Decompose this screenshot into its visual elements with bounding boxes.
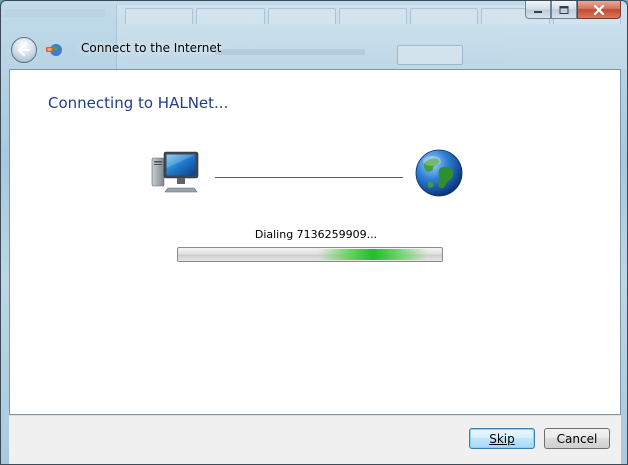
window-title: Connect to the Internet xyxy=(81,41,222,55)
globe-icon xyxy=(415,149,463,197)
maximize-button[interactable] xyxy=(551,1,577,19)
background-window-fragment xyxy=(5,9,105,17)
skip-button[interactable]: Skip xyxy=(469,428,535,449)
minimize-icon xyxy=(534,10,542,13)
close-icon xyxy=(593,4,605,15)
background-button xyxy=(397,45,463,65)
connect-internet-icon xyxy=(46,44,62,56)
progress-glow xyxy=(318,249,428,260)
maximize-icon xyxy=(559,5,569,14)
wizard-window: Connect to the Internet Connecting to HA… xyxy=(0,0,628,465)
back-arrow-icon xyxy=(17,44,31,56)
close-button[interactable] xyxy=(577,1,621,19)
caption-buttons xyxy=(525,1,621,19)
progress-bar xyxy=(177,247,443,262)
wizard-content: Connecting to HALNet... Dialing 71362599… xyxy=(9,69,621,415)
computer-icon xyxy=(151,151,199,193)
button-bar: Skip Cancel xyxy=(9,415,621,464)
page-heading: Connecting to HALNet... xyxy=(48,94,229,112)
cancel-button[interactable]: Cancel xyxy=(544,428,610,449)
status-text: Dialing 7136259909... xyxy=(254,228,378,241)
connection-line xyxy=(215,177,403,178)
minimize-button[interactable] xyxy=(525,1,551,19)
skip-label: Skip xyxy=(489,431,515,446)
background-text xyxy=(215,49,365,55)
back-button[interactable] xyxy=(11,37,37,63)
